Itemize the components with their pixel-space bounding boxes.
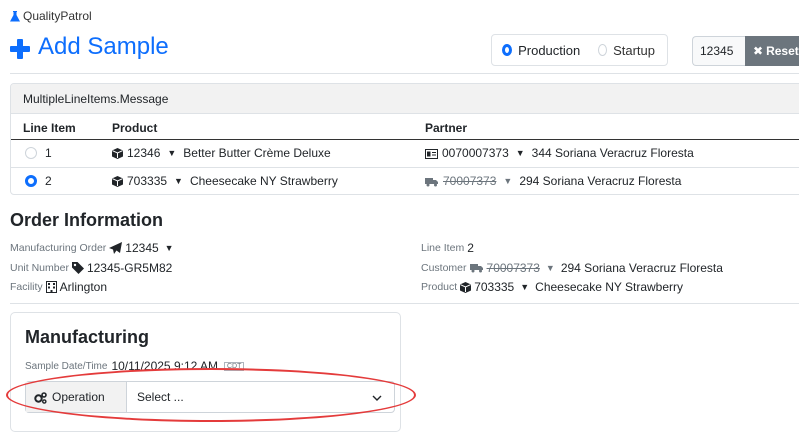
line-item-value: 2 xyxy=(467,241,474,255)
mode-radio-group: Production Startup xyxy=(491,34,668,66)
building-icon xyxy=(45,281,57,294)
operation-label: Operation xyxy=(52,390,105,404)
row-2-partner[interactable]: 70007373 ▼ 294 Soriana Veracruz Floresta xyxy=(425,173,681,189)
caret-down-icon[interactable]: ▼ xyxy=(503,176,512,186)
product-name: Cheesecake NY Strawberry xyxy=(535,280,683,294)
row-1-product[interactable]: 12346 ▼ Better Butter Crème Deluxe xyxy=(112,145,331,161)
order-number-input[interactable]: 12345 xyxy=(692,36,745,66)
customer-code: 70007373 xyxy=(486,261,540,275)
row-2-number: 2 xyxy=(45,174,52,188)
id-card-icon xyxy=(425,146,438,160)
manufacturing-order-value: 12345 xyxy=(125,241,159,255)
truck-icon xyxy=(425,174,439,188)
caret-down-icon[interactable]: ▼ xyxy=(546,263,555,273)
paper-plane-icon xyxy=(109,242,123,255)
facility-field: Facility Arlington xyxy=(10,280,107,294)
row-2-partner-code: 70007373 xyxy=(443,174,497,188)
row-2-radio[interactable] xyxy=(25,175,37,187)
page-title-text: Add Sample xyxy=(38,33,169,60)
gears-icon xyxy=(34,390,47,404)
chevron-down-icon xyxy=(372,390,382,404)
production-radio[interactable] xyxy=(502,44,513,56)
manufacturing-order-label: Manufacturing Order xyxy=(10,242,107,254)
sample-datetime-field: Sample Date/Time 10/11/2025 9:12 AM CDT xyxy=(25,359,245,373)
row-2-product[interactable]: 703335 ▼ Cheesecake NY Strawberry xyxy=(112,173,338,189)
divider xyxy=(10,303,799,304)
unit-number-value: 12345-GR5M82 xyxy=(86,261,173,275)
table-row-2-select[interactable]: 2 xyxy=(25,173,52,189)
row-1-product-name: Better Butter Crème Deluxe xyxy=(183,146,331,160)
manufacturing-order-field: Manufacturing Order 12345 ▼ xyxy=(10,241,177,255)
product-field: Product 703335 ▼ Cheesecake NY Strawberr… xyxy=(421,280,683,294)
line-items-header: MultipleLineItems.Message xyxy=(11,84,799,114)
caret-down-icon[interactable]: ▼ xyxy=(174,176,183,186)
facility-label: Facility xyxy=(10,281,43,293)
product-label: Product xyxy=(421,281,458,293)
column-header-partner: Partner xyxy=(425,121,468,135)
production-label[interactable]: Production xyxy=(518,43,580,58)
line-item-field: Line Item 2 xyxy=(421,241,474,255)
row-1-partner[interactable]: 0070007373 ▼ 344 Soriana Veracruz Flores… xyxy=(425,145,694,161)
caret-down-icon[interactable]: ▼ xyxy=(520,282,529,292)
startup-radio[interactable] xyxy=(598,44,608,56)
unit-number-label: Unit Number xyxy=(10,262,69,274)
manufacturing-card: Manufacturing Sample Date/Time 10/11/202… xyxy=(10,312,401,432)
row-1-partner-code: 0070007373 xyxy=(442,146,509,160)
operation-select-group: Operation Select ... xyxy=(25,381,395,413)
box-icon xyxy=(112,146,123,160)
header-divider xyxy=(11,139,799,140)
row-divider xyxy=(11,167,799,168)
row-1-radio[interactable] xyxy=(25,147,37,159)
operation-select[interactable]: Select ... xyxy=(127,382,394,412)
sample-datetime-value[interactable]: 10/11/2025 9:12 AM xyxy=(111,359,218,373)
caret-down-icon[interactable]: ▼ xyxy=(516,148,525,158)
manufacturing-title: Manufacturing xyxy=(25,327,149,347)
column-header-line-item: Line Item xyxy=(23,121,76,135)
row-1-partner-name: 344 Soriana Veracruz Floresta xyxy=(531,146,694,160)
timezone-badge: CDT xyxy=(223,361,245,371)
close-icon: ✖ xyxy=(753,44,764,58)
table-row-1-select[interactable]: 1 xyxy=(25,145,52,161)
sample-datetime-label: Sample Date/Time xyxy=(25,360,108,372)
order-information-title: Order Information xyxy=(10,210,164,230)
line-item-label: Line Item xyxy=(421,242,465,254)
operation-placeholder: Select ... xyxy=(137,390,184,404)
reset-button[interactable]: ✖ Reset xyxy=(745,36,799,66)
plus-icon xyxy=(10,35,30,59)
row-2-product-code: 703335 xyxy=(127,174,168,188)
truck-icon xyxy=(469,262,484,274)
caret-down-icon[interactable]: ▼ xyxy=(165,243,174,253)
box-icon xyxy=(460,281,472,293)
startup-label[interactable]: Startup xyxy=(613,43,655,58)
app-name: QualityPatrol xyxy=(23,9,92,23)
facility-value: Arlington xyxy=(59,280,108,294)
box-icon xyxy=(112,174,123,188)
operation-label-box: Operation xyxy=(26,382,127,412)
caret-down-icon[interactable]: ▼ xyxy=(167,148,176,158)
app-brand[interactable]: QualityPatrol xyxy=(10,9,92,23)
row-1-number: 1 xyxy=(45,146,52,160)
row-2-product-name: Cheesecake NY Strawberry xyxy=(189,174,338,188)
tag-icon xyxy=(71,262,84,275)
line-items-card: MultipleLineItems.Message Line Item Prod… xyxy=(10,83,799,195)
column-header-product: Product xyxy=(112,121,158,135)
row-1-product-code: 12346 xyxy=(127,146,161,160)
unit-number-field: Unit Number 12345-GR5M82 xyxy=(10,261,172,275)
customer-label: Customer xyxy=(421,262,467,274)
row-2-partner-name: 294 Soriana Veracruz Floresta xyxy=(519,174,682,188)
divider xyxy=(10,73,799,74)
product-code: 703335 xyxy=(474,280,515,294)
reset-label: Reset xyxy=(766,44,799,58)
customer-name: 294 Soriana Veracruz Floresta xyxy=(560,261,723,275)
page-title: Add Sample xyxy=(10,33,169,61)
flask-icon xyxy=(10,9,20,23)
customer-field: Customer 70007373 ▼ 294 Soriana Veracruz… xyxy=(421,261,723,275)
